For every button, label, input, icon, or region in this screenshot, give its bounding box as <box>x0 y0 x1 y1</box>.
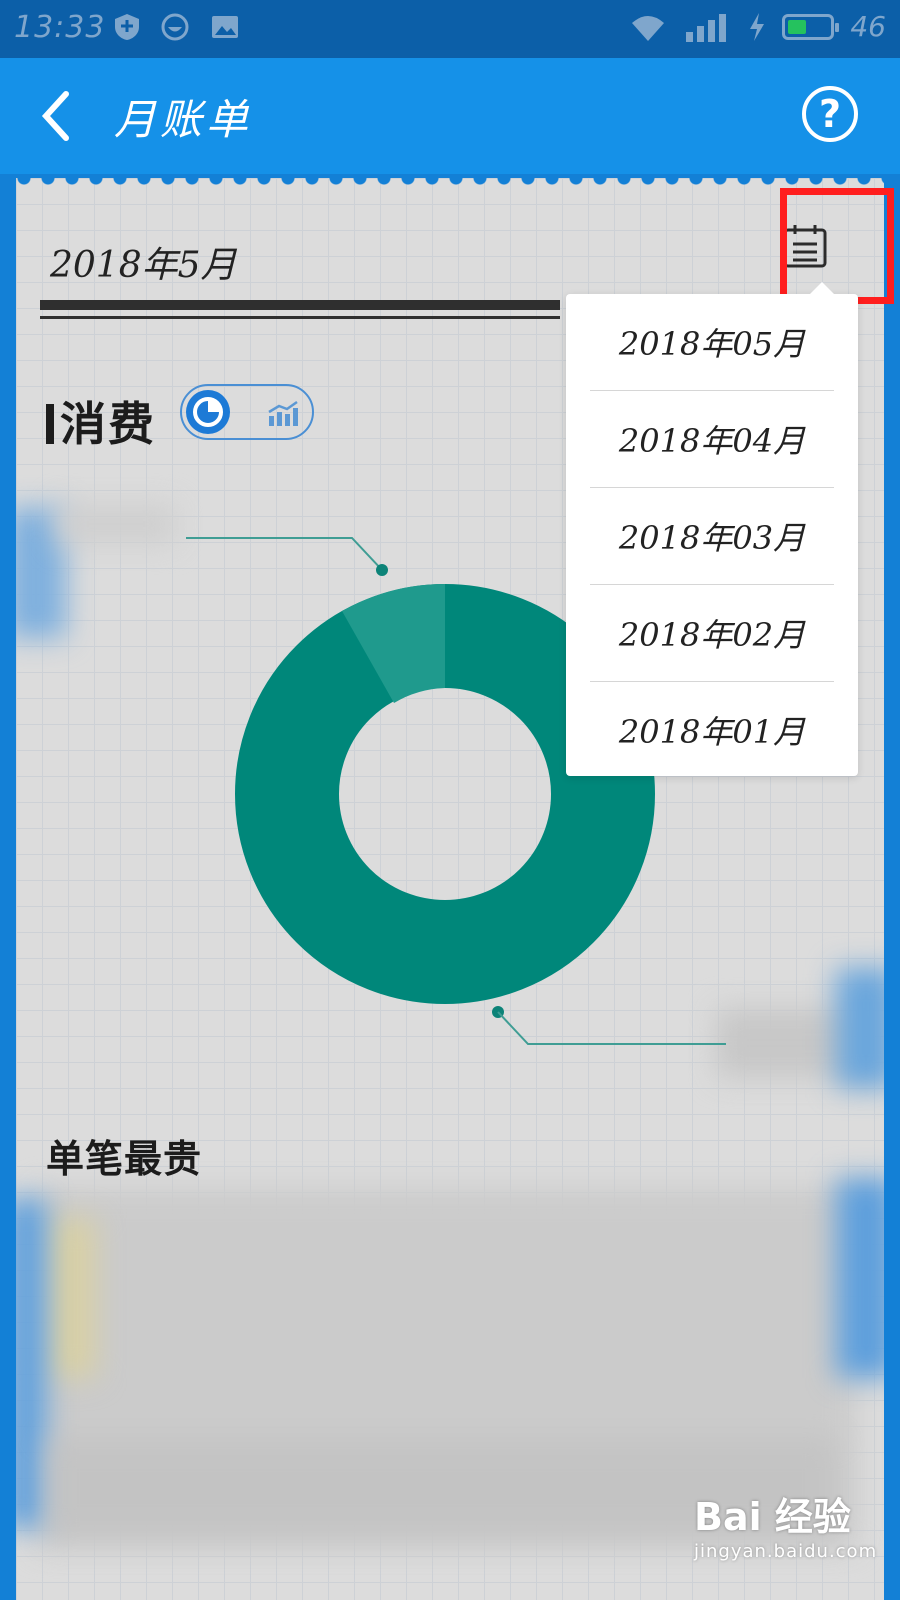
battery-level: 46 <box>850 10 886 43</box>
month-option[interactable]: 2018年04月 <box>590 391 834 488</box>
leader-line-top <box>186 537 388 576</box>
charging-icon <box>750 12 765 41</box>
image-icon <box>212 16 238 38</box>
watermark: Bai 经验 jingyan.baidu.com <box>694 1486 877 1562</box>
month-option[interactable]: 2018年01月 <box>590 682 834 778</box>
blurred-region <box>836 1178 884 1378</box>
chart-type-toggle[interactable] <box>180 384 314 440</box>
month-option[interactable]: 2018年05月 <box>590 294 834 391</box>
help-icon[interactable]: ? <box>802 86 858 142</box>
consumption-title: 消费 <box>46 388 156 454</box>
divider <box>40 300 560 310</box>
status-bar: 13:33 46 <box>0 0 900 58</box>
back-arrow-icon[interactable] <box>36 88 76 144</box>
highlight-box <box>780 188 894 304</box>
pie-chart-icon[interactable] <box>186 390 230 434</box>
shield-icon <box>115 14 139 40</box>
consumption-label: 消费 <box>60 397 156 451</box>
month-option[interactable]: 2018年02月 <box>590 585 834 682</box>
perforation-edge <box>16 178 884 186</box>
battery-icon <box>782 13 840 40</box>
blurred-region <box>56 504 176 544</box>
top-single-title: 单笔最贵 <box>46 1137 203 1181</box>
divider <box>40 316 560 319</box>
month-dropdown: 2018年05月 2018年04月 2018年03月 2018年02月 2018… <box>566 282 858 778</box>
status-right: 46 <box>628 10 886 43</box>
title-bar-mark <box>46 404 54 444</box>
current-month: 2018年5月 <box>50 245 237 286</box>
watermark-brand: Bai 经验 <box>694 1495 851 1539</box>
signal-icon <box>686 13 727 42</box>
wifi-icon <box>632 15 665 41</box>
face-icon <box>161 13 189 41</box>
app-bar: 月账单 ? <box>0 58 900 174</box>
leader-line-bottom <box>492 1006 726 1045</box>
page-title: 月账单 <box>114 95 253 144</box>
blurred-region <box>836 968 884 1088</box>
watermark-url: jingyan.baidu.com <box>694 1541 878 1562</box>
month-option[interactable]: 2018年03月 <box>590 488 834 585</box>
trend-chart-icon[interactable] <box>266 400 300 426</box>
status-time: 13:33 <box>14 10 106 45</box>
blurred-region <box>46 1218 96 1378</box>
blurred-region <box>16 1198 46 1528</box>
